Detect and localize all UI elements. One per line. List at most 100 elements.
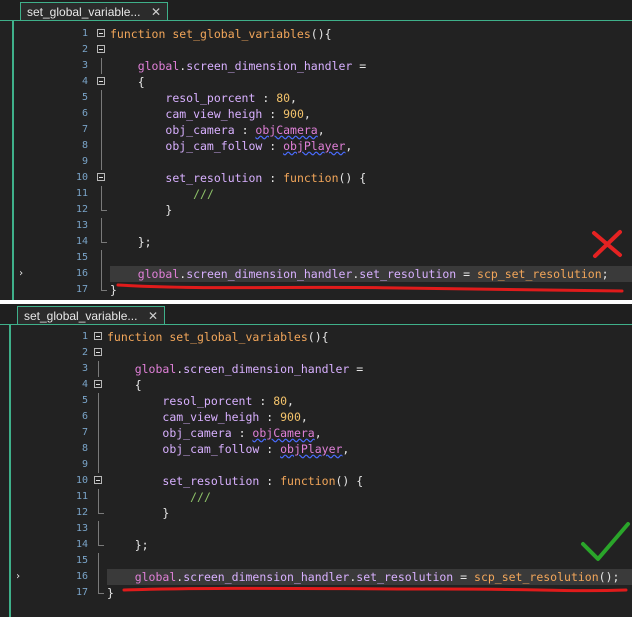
- line-number: 11: [75, 188, 88, 199]
- code-line[interactable]: {: [107, 377, 632, 393]
- code-line[interactable]: obj_cam_follow : objPlayer,: [110, 138, 632, 154]
- code-token: ();: [598, 570, 620, 584]
- collapse-icon[interactable]: [94, 348, 102, 356]
- code-line[interactable]: function set_global_variables(){: [110, 26, 632, 42]
- code-line[interactable]: cam_view_heigh : 900,: [110, 106, 632, 122]
- code-token: ///: [193, 187, 214, 201]
- code-line[interactable]: [110, 250, 632, 266]
- collapse-icon[interactable]: [94, 332, 102, 340]
- fold-marker[interactable]: [96, 74, 108, 90]
- collapse-icon[interactable]: [97, 173, 105, 181]
- code-token: :: [234, 123, 256, 137]
- code-line[interactable]: set_resolution : function() {: [107, 473, 632, 489]
- code-line[interactable]: [110, 154, 632, 170]
- fold-marker[interactable]: [93, 473, 105, 489]
- code-token: screen_dimension_handler: [183, 570, 350, 584]
- fold-marker: [96, 106, 108, 122]
- code-line[interactable]: [107, 457, 632, 473]
- code-line[interactable]: [107, 345, 632, 361]
- fold-marker: [96, 186, 108, 202]
- code-line[interactable]: }: [107, 505, 632, 521]
- fold-marker[interactable]: [93, 345, 105, 361]
- code-area[interactable]: function set_global_variables(){ global.…: [110, 26, 632, 298]
- collapse-icon[interactable]: [97, 77, 105, 85]
- code-line[interactable]: [107, 553, 632, 569]
- code-line[interactable]: set_resolution : function() {: [110, 170, 632, 186]
- code-line[interactable]: ///: [107, 489, 632, 505]
- code-line[interactable]: global.screen_dimension_handler.set_reso…: [110, 266, 632, 282]
- code-line[interactable]: {: [110, 74, 632, 90]
- code-line[interactable]: obj_cam_follow : objPlayer,: [107, 441, 632, 457]
- code-token: set_resolution: [162, 474, 260, 488]
- tab-set-global-variables[interactable]: set_global_variable... ✕: [17, 306, 165, 324]
- code-token: global: [134, 570, 177, 584]
- code-line[interactable]: }: [110, 282, 632, 298]
- code-line[interactable]: };: [110, 234, 632, 250]
- code-line[interactable]: };: [107, 537, 632, 553]
- code-token: screen_dimension_handler: [186, 267, 353, 281]
- fold-end-icon: [101, 282, 107, 291]
- code-area[interactable]: function set_global_variables(){ global.…: [107, 329, 632, 609]
- tab-set-global-variables[interactable]: set_global_variable... ✕: [20, 2, 168, 20]
- code-line[interactable]: global.screen_dimension_handler =: [110, 58, 632, 74]
- close-icon[interactable]: ✕: [151, 3, 161, 21]
- code-token: ,: [303, 107, 311, 121]
- code-token: }: [110, 203, 173, 217]
- code-line[interactable]: ///: [110, 186, 632, 202]
- fold-guide: [101, 250, 102, 266]
- code-line[interactable]: cam_view_heigh : 900,: [107, 409, 632, 425]
- code-token: :: [259, 442, 281, 456]
- code-token: =: [349, 362, 364, 376]
- fold-marker: [96, 58, 108, 74]
- code-line[interactable]: obj_camera : objCamera,: [107, 425, 632, 441]
- code-token: set_resolution: [359, 267, 457, 281]
- fold-marker[interactable]: [96, 26, 108, 42]
- fold-marker: [96, 282, 108, 298]
- code-line[interactable]: }: [110, 202, 632, 218]
- code-token: function: [110, 27, 173, 41]
- fold-marker[interactable]: [96, 170, 108, 186]
- code-line[interactable]: [107, 521, 632, 537]
- fold-marker: [96, 202, 108, 218]
- code-token: resol_porcent: [165, 91, 256, 105]
- code-token: :: [259, 474, 281, 488]
- code-line[interactable]: [110, 42, 632, 58]
- code-token: :: [262, 107, 284, 121]
- collapse-icon[interactable]: [97, 45, 105, 53]
- code-line[interactable]: [110, 218, 632, 234]
- code-token: resol_porcent: [162, 394, 253, 408]
- code-token: ;: [601, 267, 609, 281]
- line-number: 11: [75, 491, 88, 502]
- fold-guide: [98, 457, 99, 473]
- editor-panel-top: set_global_variable... ✕ 1 2 3 4 5 6 7 8 9 10 11 12…: [0, 0, 632, 300]
- code-line[interactable]: obj_camera : objCamera,: [110, 122, 632, 138]
- code-token: ///: [190, 490, 211, 504]
- code-line[interactable]: resol_porcent : 80,: [110, 90, 632, 106]
- code-token: scp_set_resolution: [474, 570, 599, 584]
- code-token: };: [107, 538, 149, 552]
- code-line[interactable]: }: [107, 585, 632, 601]
- collapse-icon[interactable]: [94, 380, 102, 388]
- fold-marker[interactable]: [93, 329, 105, 345]
- tab-bar: set_global_variable... ✕: [0, 304, 632, 325]
- fold-marker[interactable]: [96, 42, 108, 58]
- close-icon[interactable]: ✕: [148, 307, 158, 325]
- breakpoint-caret-icon: ›: [15, 571, 22, 582]
- line-number: 15: [75, 252, 88, 263]
- code-line[interactable]: function set_global_variables(){: [107, 329, 632, 345]
- fold-guide: [101, 218, 102, 234]
- collapse-icon[interactable]: [97, 29, 105, 37]
- fold-marker[interactable]: [93, 377, 105, 393]
- fold-guide: [101, 90, 102, 106]
- fold-guide: [98, 489, 99, 505]
- fold-guide: [98, 521, 99, 537]
- code-line[interactable]: global.screen_dimension_handler.set_reso…: [107, 569, 632, 585]
- code-token: function: [283, 171, 339, 185]
- code-line[interactable]: global.screen_dimension_handler =: [107, 361, 632, 377]
- collapse-icon[interactable]: [94, 476, 102, 484]
- code-line[interactable]: resol_porcent : 80,: [107, 393, 632, 409]
